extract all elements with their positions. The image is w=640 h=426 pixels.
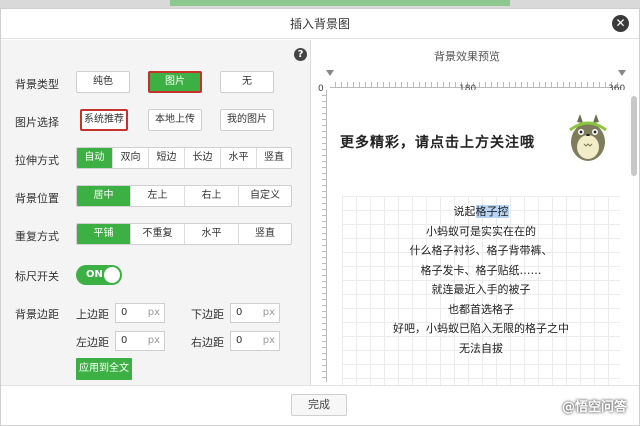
ruler-left-marker-icon[interactable] (326, 70, 334, 76)
position-top-right-option[interactable]: 右上 (185, 186, 239, 206)
stretch-long-option[interactable]: 长边 (185, 148, 221, 168)
preview-text: 说起格子控 小蚂蚁可是实实在在的 什么格子衬衫、格子背带裤、 格子发卡、格子贴纸… (342, 202, 620, 358)
done-button[interactable]: 完成 (291, 394, 347, 416)
right-margin-input[interactable]: 0 px (230, 331, 280, 351)
stretch-short-option[interactable]: 短边 (149, 148, 185, 168)
settings-panel: ? 背景类型 纯色 图片 无 图片选择 系统推荐 本地上传 我的图片 拉伸方式 … (1, 40, 311, 385)
position-top-left-option[interactable]: 左上 (131, 186, 185, 206)
selected-text: 格子控 (475, 205, 509, 218)
top-margin-label: 上边距 (76, 308, 109, 321)
vertical-ruler (317, 90, 327, 382)
right-margin-value: 0 (236, 335, 243, 346)
poem-line: 就连最近入手的被子 (431, 283, 531, 296)
insert-background-dialog: 插入背景图 ✕ ? 背景类型 纯色 图片 无 图片选择 系统推荐 本地上传 我的… (0, 8, 640, 426)
left-margin-label: 左边距 (76, 336, 109, 349)
my-images-button[interactable]: 我的图片 (220, 109, 274, 131)
watermark: @悟空问答 (561, 400, 627, 415)
background-green-bar (170, 0, 510, 6)
repeat-tile-option[interactable]: 平铺 (77, 224, 131, 244)
bottom-margin-unit: px (262, 307, 275, 318)
bg-type-image-button[interactable]: 图片 (148, 71, 202, 93)
preview-title: 背景效果预览 (434, 50, 500, 63)
background-page-strip (0, 0, 640, 8)
bottom-margin-value: 0 (236, 307, 243, 318)
stretch-horizontal-option[interactable]: 水平 (221, 148, 257, 168)
poem-line: 什么格子衬衫、格子背带裤、 (409, 244, 553, 257)
bg-type-label: 背景类型 (15, 78, 59, 91)
img-select-label: 图片选择 (15, 116, 59, 129)
position-label: 背景位置 (15, 192, 59, 205)
poem-line: 也都首选格子 (448, 302, 514, 316)
top-margin-unit: px (147, 307, 160, 318)
ruler-toggle-text: ON (86, 269, 103, 280)
left-margin-value: 0 (121, 335, 128, 346)
bg-type-none-button[interactable]: 无 (220, 71, 274, 93)
preview-canvas: 更多精彩，请点击上方关注哦 说起格子控 小蚂蚁可是实实在在的 什么格子衬衫、格子… (328, 90, 624, 385)
right-margin-unit: px (262, 335, 275, 346)
stretch-both-option[interactable]: 双向 (113, 148, 149, 168)
ruler-label: 标尺开关 (15, 270, 59, 283)
stretch-auto-option[interactable]: 自动 (77, 148, 113, 168)
preview-headline: 更多精彩，请点击上方关注哦 (340, 135, 535, 151)
bg-type-solid-button[interactable]: 纯色 (76, 71, 130, 93)
preview-scrollbar[interactable] (631, 96, 637, 176)
repeat-none-option[interactable]: 不重复 (131, 224, 185, 244)
left-margin-unit: px (147, 335, 160, 346)
poem-line: 无法自拔 (459, 341, 503, 355)
poem-line-first: 说起格子控 (342, 202, 620, 222)
help-icon[interactable]: ? (294, 48, 307, 61)
position-custom-option[interactable]: 自定义 (239, 186, 291, 206)
ruler-right-marker-icon[interactable] (618, 70, 626, 76)
repeat-segmented: 平铺 不重复 水平 竖直 (76, 223, 292, 245)
stretch-segmented: 自动 双向 短边 长边 水平 竖直 (76, 147, 292, 169)
stretch-label: 拉伸方式 (15, 154, 59, 167)
repeat-vertical-option[interactable]: 竖直 (239, 224, 291, 244)
poem-line: 格子发卡、格子贴纸…… (420, 263, 542, 277)
right-margin-label: 右边距 (191, 336, 224, 349)
bottom-margin-label: 下边距 (191, 308, 224, 321)
ruler-toggle[interactable]: ON (76, 265, 122, 285)
margin-label: 背景边距 (15, 308, 59, 321)
position-center-option[interactable]: 居中 (77, 186, 131, 206)
repeat-label: 重复方式 (15, 230, 59, 243)
close-icon[interactable]: ✕ (612, 15, 629, 32)
bottom-margin-input[interactable]: 0 px (230, 303, 280, 323)
poem-line: 好吧，小蚂蚁已陷入无限的格子之中 (393, 322, 569, 335)
totoro-mascot-icon (569, 114, 607, 161)
dialog-title: 插入背景图 (289, 17, 350, 31)
dialog-titlebar: 插入背景图 ✕ (1, 9, 639, 39)
poem-first-prefix: 说起 (453, 205, 476, 218)
top-margin-input[interactable]: 0 px (115, 303, 165, 323)
system-recommend-button[interactable]: 系统推荐 (80, 109, 128, 131)
dialog-footer: 完成 @悟空问答 (1, 385, 639, 425)
position-segmented: 居中 左上 右上 自定义 (76, 185, 292, 207)
toggle-knob (104, 267, 120, 283)
preview-panel: 背景效果预览 0 180 360 更多精彩，请点击上方关注哦 说起格子控 小蚂蚁… (312, 40, 639, 385)
poem-line: 小蚂蚁可是实实在在的 (426, 224, 536, 238)
stretch-vertical-option[interactable]: 竖直 (257, 148, 291, 168)
top-margin-value: 0 (121, 307, 128, 318)
local-upload-button[interactable]: 本地上传 (148, 109, 202, 131)
left-margin-input[interactable]: 0 px (115, 331, 165, 351)
repeat-horizontal-option[interactable]: 水平 (185, 224, 239, 244)
apply-to-all-button[interactable]: 应用到全文 (76, 358, 132, 380)
